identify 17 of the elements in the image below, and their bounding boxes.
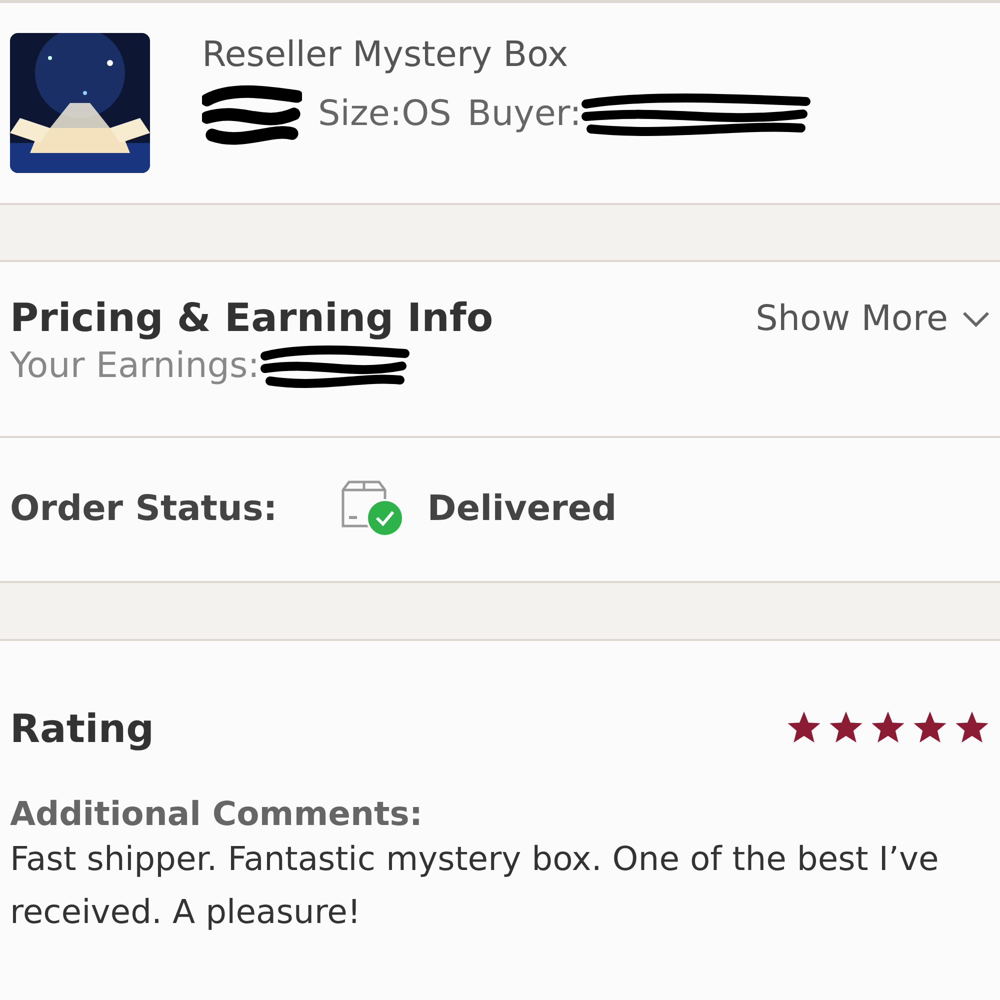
star-icon bbox=[828, 710, 864, 744]
order-status-value: Delivered bbox=[427, 489, 617, 530]
pricing-title: Pricing & Earning Info bbox=[10, 296, 494, 342]
star-icon bbox=[786, 710, 822, 744]
star-icon bbox=[912, 710, 948, 744]
star-icon bbox=[954, 710, 990, 744]
comment-text: Fast shipper. Fantastic mystery box. One of the best I’ve received. A pleasure! bbox=[10, 838, 940, 933]
size-text: Size:OS bbox=[318, 94, 452, 134]
show-more-button[interactable]: Show More bbox=[756, 298, 990, 339]
star-icon bbox=[870, 710, 906, 744]
earnings-label: Your Earnings: bbox=[10, 346, 260, 386]
comments-label: Additional Comments: bbox=[10, 794, 424, 833]
chevron-down-icon bbox=[962, 310, 990, 328]
listing-title: Reseller Mystery Box bbox=[202, 35, 570, 75]
order-status-label: Order Status: bbox=[10, 489, 278, 530]
buyer-label: Buyer: bbox=[467, 94, 582, 134]
rating-title: Rating bbox=[10, 706, 154, 752]
